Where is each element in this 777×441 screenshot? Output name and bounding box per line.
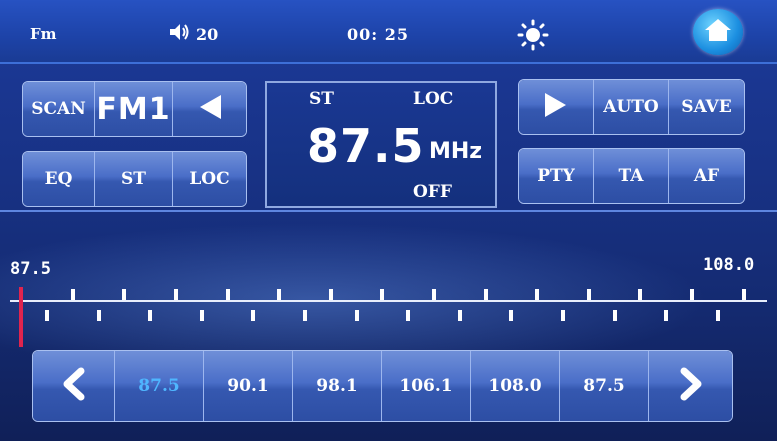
triangle-right-icon (543, 91, 569, 124)
scale-tick (457, 310, 462, 321)
save-button[interactable]: SAVE (669, 80, 744, 134)
scale-tick (483, 289, 488, 300)
local-indicator: LOC (413, 89, 454, 109)
preset-4[interactable]: 106.1 (382, 351, 471, 421)
scale-tick (174, 289, 178, 300)
eq-button[interactable]: EQ (23, 152, 95, 206)
status-bar: Fm 20 00: 25 (0, 0, 777, 64)
chevron-left-icon (59, 367, 89, 406)
scale-min-label: 87.5 (10, 259, 51, 279)
scale-tick (303, 310, 307, 321)
home-icon (703, 17, 733, 47)
pty-button[interactable]: PTY (519, 149, 594, 203)
frequency-unit: MHz (429, 139, 483, 164)
scale-max-label: 108.0 (703, 255, 755, 275)
scale-tick (122, 289, 127, 300)
st-button[interactable]: ST (95, 152, 173, 206)
scale-tick (45, 310, 49, 321)
frequency-display: ST LOC 87.5 MHz OFF (265, 81, 497, 208)
scale-tick (354, 310, 359, 321)
volume-indicator[interactable]: 20 (168, 22, 218, 46)
preset-next-button[interactable] (649, 351, 732, 421)
home-button[interactable] (693, 9, 743, 55)
scale-tick (509, 310, 514, 321)
preset-prev-button[interactable] (33, 351, 115, 421)
scale-tick (70, 289, 75, 300)
scale-tick (741, 289, 746, 300)
scale-tick (715, 310, 720, 321)
ta-button[interactable]: TA (594, 149, 669, 203)
speaker-icon (168, 22, 190, 46)
scale-tick (535, 289, 540, 300)
scale-tick (664, 310, 669, 321)
scale-tick (380, 289, 385, 300)
preset-1[interactable]: 87.5 (115, 351, 204, 421)
preset-6[interactable]: 87.5 (560, 351, 649, 421)
af-button[interactable]: AF (669, 149, 744, 203)
scale-tick (328, 289, 333, 300)
auto-button[interactable]: AUTO (594, 80, 669, 134)
scale-tick (561, 310, 565, 321)
scale-tick (148, 310, 153, 321)
scale-tick (277, 289, 282, 300)
tuning-needle[interactable] (19, 287, 23, 347)
scale-tick (225, 289, 230, 300)
pty-ta-af-group: PTY TA AF (518, 148, 745, 204)
scale-tick (251, 310, 256, 321)
volume-level: 20 (196, 24, 219, 44)
band-button[interactable]: FM1 (95, 82, 173, 136)
radio-screen: Fm 20 00: 25 SCAN FM1 EQ ST LOC ST LOC 8… (0, 0, 777, 441)
divider (0, 210, 777, 212)
scale-tick (586, 289, 591, 300)
loc-button[interactable]: LOC (173, 152, 246, 206)
off-indicator: OFF (413, 182, 452, 202)
seek-back-button[interactable] (173, 82, 246, 136)
scale-tick (612, 310, 617, 321)
preset-2[interactable]: 90.1 (204, 351, 293, 421)
seek-auto-save-group: AUTO SAVE (518, 79, 745, 135)
seek-forward-button[interactable] (519, 80, 594, 134)
stereo-indicator: ST (309, 89, 334, 109)
preset-3[interactable]: 98.1 (293, 351, 382, 421)
scale-tick (96, 310, 101, 321)
band-indicator: Fm (30, 25, 57, 43)
scan-band-group: SCAN FM1 (22, 81, 247, 137)
clock: 00: 25 (347, 25, 410, 44)
scale-tick (638, 289, 643, 300)
preset-5[interactable]: 108.0 (471, 351, 560, 421)
triangle-left-icon (197, 93, 223, 126)
scale-line (10, 300, 767, 302)
eq-st-loc-group: EQ ST LOC (22, 151, 247, 207)
frequency-value: 87.5 (307, 119, 425, 173)
chevron-right-icon (676, 367, 706, 406)
scale-tick (406, 310, 411, 321)
preset-bar: 87.5 90.1 98.1 106.1 108.0 87.5 (32, 350, 733, 422)
scale-tick (199, 310, 204, 321)
brightness-icon[interactable] (515, 19, 551, 55)
scale-tick (432, 289, 436, 300)
scan-button[interactable]: SCAN (23, 82, 95, 136)
scale-tick (690, 289, 694, 300)
